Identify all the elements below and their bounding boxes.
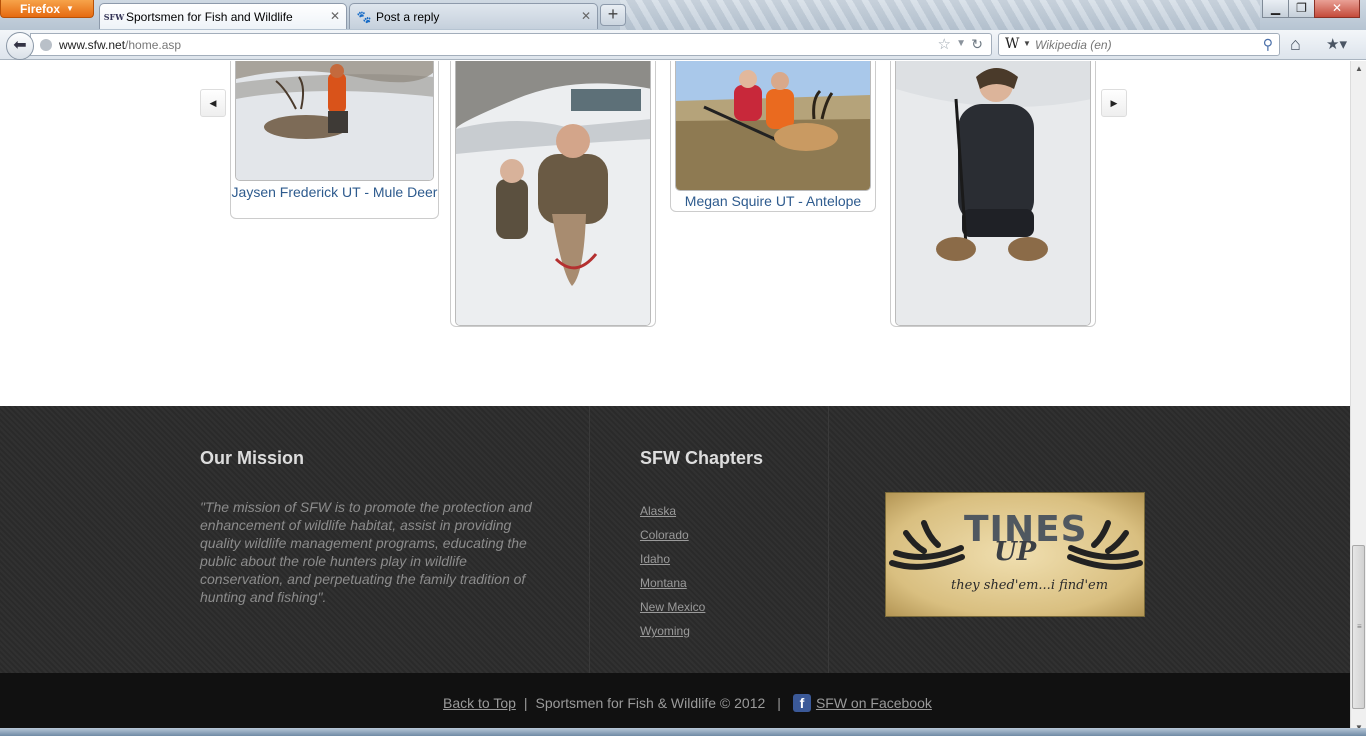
new-tab-button[interactable]: + <box>600 4 626 26</box>
carousel-next-button[interactable]: ▶ <box>1101 89 1127 117</box>
separator: | <box>523 695 528 711</box>
home-icon[interactable]: ⌂ <box>1290 34 1301 55</box>
photo-illustration <box>456 61 650 325</box>
firefox-menu-label: Firefox <box>20 1 61 16</box>
vertical-scrollbar[interactable]: ▲ ≡ ▼ <box>1350 61 1366 736</box>
footer-bottom-bar: Back to Top | Sportsmen for Fish & Wildl… <box>0 673 1350 736</box>
grip-icon: ≡ <box>1357 622 1362 631</box>
search-input[interactable]: Wikipedia (en) <box>1035 38 1112 52</box>
photo-illustration <box>676 61 870 190</box>
photo-illustration <box>896 61 1090 325</box>
sfw-favicon-icon: SFW <box>103 11 125 22</box>
titlebar-background <box>620 0 1260 30</box>
back-arrow-icon: ⬅ <box>13 37 27 54</box>
tab-bar: Firefox ▼ SFW Sportsmen for Fish and Wil… <box>0 0 1366 30</box>
site-footer: Our Mission "The mission of SFW is to pr… <box>0 406 1350 673</box>
slide-photo-grouse[interactable] <box>895 61 1091 326</box>
slide-caption[interactable]: Megan Squire UT - Antelope <box>671 192 875 210</box>
page-viewport: ◀ ▶ Jaysen Frederick UT - Mule Deer Mega… <box>0 61 1350 736</box>
history-dropdown-icon[interactable]: ▼ <box>956 38 966 49</box>
chapters-heading: SFW Chapters <box>640 448 764 468</box>
mission-heading: Our Mission <box>200 448 305 468</box>
engine-dropdown-icon[interactable]: ▼ <box>1023 39 1031 48</box>
bookmark-star-icon[interactable]: ☆ <box>938 35 951 53</box>
bookmarks-menu-icon[interactable]: ★▾ <box>1326 35 1347 53</box>
mission-text: "The mission of SFW is to promote the pr… <box>200 499 532 605</box>
ad-tagline: they shed'em...i find'em <box>951 578 1109 593</box>
restore-button[interactable]: ❐ <box>1288 0 1315 18</box>
firefox-menu-button[interactable]: Firefox ▼ <box>0 0 94 18</box>
site-identity-icon[interactable] <box>40 39 52 51</box>
slide-caption[interactable]: Jaysen Frederick UT - Mule Deer <box>231 183 438 201</box>
tab-title: Sportsmen for Fish and Wildlife <box>126 9 293 24</box>
scrollbar-thumb[interactable]: ≡ <box>1352 545 1365 709</box>
close-tab-icon[interactable]: ✕ <box>330 9 340 23</box>
wikipedia-engine-icon[interactable]: W <box>1005 36 1019 52</box>
chapter-link-alaska[interactable]: Alaska <box>640 504 676 518</box>
reload-icon[interactable]: ↻ <box>971 36 983 53</box>
slide-photo-bobcat[interactable] <box>455 61 651 326</box>
ad-brand-up: UP <box>994 537 1037 567</box>
search-bar[interactable]: W ▼ Wikipedia (en) ⚲ <box>998 33 1280 56</box>
chapter-link-montana[interactable]: Montana <box>640 576 687 590</box>
facebook-icon[interactable]: f <box>792 694 811 712</box>
navigation-toolbar: www.sfw.net/home.asp ☆ ▼ ↻ ⬅ W ▼ Wikiped… <box>0 30 1366 60</box>
url-path: /home.asp <box>125 38 182 52</box>
close-window-button[interactable]: ✕ <box>1314 0 1360 18</box>
footer-links: Back to Top | Sportsmen for Fish & Wildl… <box>443 694 932 712</box>
close-tab-icon[interactable]: ✕ <box>581 9 591 23</box>
facebook-link[interactable]: SFW on Facebook <box>816 695 932 711</box>
slide-photo-antelope[interactable] <box>675 61 871 191</box>
chapter-link-colorado[interactable]: Colorado <box>640 528 689 542</box>
footer-divider <box>589 406 590 673</box>
address-bar[interactable]: www.sfw.net/home.asp ☆ ▼ ↻ <box>30 33 992 56</box>
scroll-up-icon[interactable]: ▲ <box>1355 64 1363 73</box>
tines-up-ad-banner[interactable]: TINES UP they shed'em...i find'em <box>885 492 1145 617</box>
slide-photo-mule-deer[interactable] <box>235 61 434 181</box>
url-host: www.sfw.net <box>59 38 126 52</box>
chapter-link-new-mexico[interactable]: New Mexico <box>640 600 705 614</box>
tab-sfw-home[interactable]: SFW Sportsmen for Fish and Wildlife ✕ <box>99 3 347 29</box>
minimize-button[interactable]: ▁ <box>1262 0 1289 18</box>
tab-post-reply[interactable]: 🐾 Post a reply ✕ <box>349 3 598 29</box>
carousel-slide[interactable]: Megan Squire UT - Antelope <box>670 61 876 212</box>
carousel-slide[interactable] <box>450 61 656 327</box>
chevron-down-icon: ▼ <box>66 4 74 13</box>
url-text: www.sfw.net/home.asp <box>59 38 181 52</box>
back-to-top-link[interactable]: Back to Top <box>443 695 516 711</box>
carousel-slide[interactable]: Jaysen Frederick UT - Mule Deer <box>230 61 439 219</box>
copyright-text: Sportsmen for Fish & Wildlife © 2012 <box>535 695 766 711</box>
back-button[interactable]: ⬅ <box>6 32 34 60</box>
paw-icon: 🐾 <box>356 9 372 24</box>
tab-title: Post a reply <box>376 9 440 24</box>
carousel-slide[interactable] <box>890 61 1096 327</box>
chapter-link-idaho[interactable]: Idaho <box>640 552 670 566</box>
footer-divider <box>828 406 829 673</box>
chapter-link-wyoming[interactable]: Wyoming <box>640 624 690 638</box>
carousel-prev-button[interactable]: ◀ <box>200 89 226 117</box>
photo-illustration <box>236 61 433 180</box>
windows-taskbar <box>0 728 1366 736</box>
separator: | <box>777 695 781 711</box>
search-icon[interactable]: ⚲ <box>1263 36 1273 53</box>
